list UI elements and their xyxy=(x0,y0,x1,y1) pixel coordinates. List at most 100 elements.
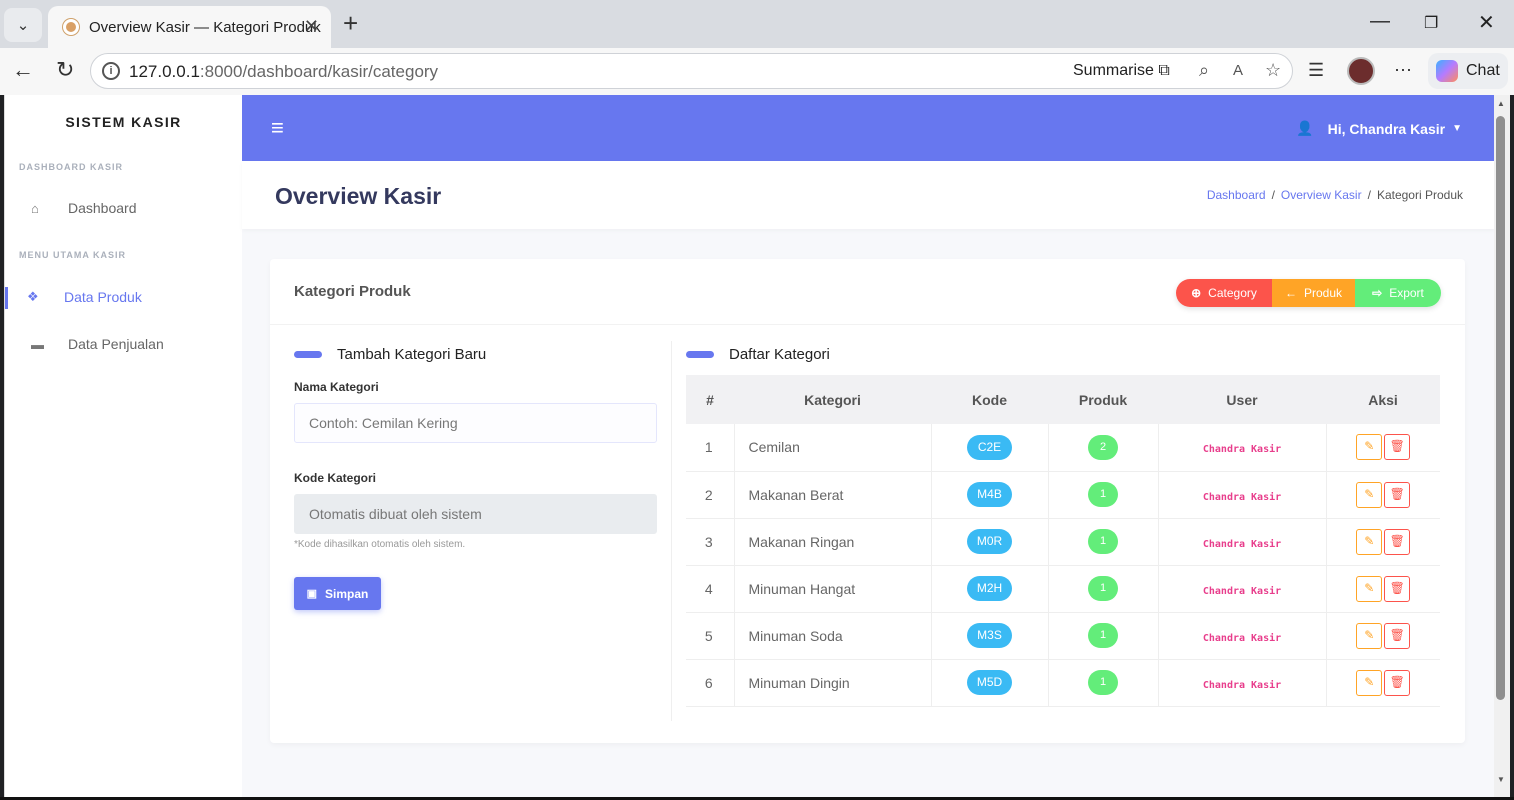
delete-button[interactable]: 🗑 xyxy=(1384,622,1411,649)
sidebar-item-label: Data Penjualan xyxy=(68,336,164,352)
cell-no: 5 xyxy=(686,612,734,660)
cell-produk: 1 xyxy=(1047,471,1158,519)
new-tab-button[interactable]: + xyxy=(343,10,358,36)
table-row: 2 Makanan Berat M4B 1 Chandra Kasir ✎ 🗑 xyxy=(686,471,1440,519)
tab-title: Overview Kasir — Kategori Produk xyxy=(89,18,321,36)
summarise-button[interactable]: Summarise ⧉ xyxy=(1073,62,1170,80)
refresh-icon[interactable]: ↻ xyxy=(56,58,74,82)
favorite-star-icon[interactable]: ☆ xyxy=(1265,60,1281,81)
delete-button[interactable]: 🗑 xyxy=(1384,575,1411,602)
cell-aksi: ✎ 🗑 xyxy=(1325,471,1440,519)
table-section-title: Daftar Kategori xyxy=(686,346,830,363)
info-icon[interactable]: i xyxy=(102,62,120,80)
breadcrumb-dashboard[interactable]: Dashboard xyxy=(1207,188,1266,202)
cell-kategori: Makanan Berat xyxy=(733,471,931,519)
tab-actions-menu[interactable]: ⌄ xyxy=(4,8,42,42)
export-button[interactable]: ⇨ Export xyxy=(1355,279,1441,307)
cell-aksi: ✎ 🗑 xyxy=(1325,659,1440,707)
kategori-table: # Kategori Kode Produk User Aksi 1 Cemila… xyxy=(686,375,1440,707)
file-export-icon: ⇨ xyxy=(1372,286,1383,300)
edit-button[interactable]: ✎ xyxy=(1356,669,1383,696)
hamburger-menu-icon[interactable]: ≡ xyxy=(271,115,284,141)
cell-kode: M2H xyxy=(930,565,1048,613)
produk-count-badge: 1 xyxy=(1088,623,1118,648)
breadcrumb: Dashboard / Overview Kasir / Kategori Produk xyxy=(1206,188,1463,202)
page-viewport: SISTEM KASIR DASHBOARD KASIR ⌂ Dashboard… xyxy=(4,95,1494,797)
cell-aksi: ✎ 🗑 xyxy=(1325,565,1440,613)
copilot-chat-button[interactable]: Chat xyxy=(1428,53,1508,89)
produk-button[interactable]: ← Produk xyxy=(1272,279,1355,307)
kode-kategori-input xyxy=(294,494,657,534)
user-dropdown[interactable]: 👤 Hi, Chandra Kasir ▼ xyxy=(1296,120,1462,137)
cell-kategori: Minuman Hangat xyxy=(733,565,931,613)
sidebar-item-data-produk[interactable]: ❖ Data Produk xyxy=(5,279,242,315)
edit-button[interactable]: ✎ xyxy=(1356,434,1383,461)
home-icon: ⌂ xyxy=(31,200,39,216)
delete-button[interactable]: 🗑 xyxy=(1384,528,1411,555)
delete-button[interactable]: 🗑 xyxy=(1384,434,1411,461)
favorites-icon[interactable]: ☰ xyxy=(1308,60,1324,81)
close-tab-icon[interactable]: ✕ xyxy=(304,16,319,37)
card-header: Kategori Produk ⊕ Category ← Produk ⇨ Expor… xyxy=(270,259,1465,325)
nama-kategori-input[interactable] xyxy=(294,403,657,443)
zoom-icon[interactable]: ⌕ xyxy=(1199,60,1209,81)
category-button[interactable]: ⊕ Category xyxy=(1176,279,1272,307)
scroll-up-icon[interactable]: ▲ xyxy=(1497,99,1505,108)
cell-no: 3 xyxy=(686,518,734,566)
breadcrumb-overview[interactable]: Overview Kasir xyxy=(1281,188,1362,202)
title-accent xyxy=(686,351,714,358)
tab-bar: ⌄ Overview Kasir — Kategori Produk ✕ + —… xyxy=(0,0,1514,48)
edit-button[interactable]: ✎ xyxy=(1356,575,1383,602)
page-title: Overview Kasir xyxy=(275,183,442,209)
sidebar-item-data-penjualan[interactable]: ▬ Data Penjualan xyxy=(5,326,242,362)
user-name: Chandra Kasir xyxy=(1202,585,1282,597)
trash-icon: 🗑 xyxy=(1389,627,1405,642)
edit-button[interactable]: ✎ xyxy=(1356,622,1383,649)
user-name: Chandra Kasir xyxy=(1202,538,1282,550)
edit-icon: ✎ xyxy=(1364,486,1375,501)
arrow-left-icon: ← xyxy=(1284,286,1297,300)
sidebar-item-label: Data Produk xyxy=(64,289,142,305)
edit-icon: ✎ xyxy=(1364,674,1375,689)
cell-kode: M3S xyxy=(930,612,1048,660)
edit-icon: ✎ xyxy=(1364,439,1375,454)
edit-button[interactable]: ✎ xyxy=(1356,528,1383,555)
browser-toolbar: ← ↻ i 127.0.0.1:8000/dashboard/kasir/cat… xyxy=(0,48,1514,95)
back-icon[interactable]: ← xyxy=(12,58,34,82)
table-row: 5 Minuman Soda M3S 1 Chandra Kasir ✎ 🗑 xyxy=(686,612,1440,660)
simpan-button[interactable]: ▣ Simpan xyxy=(294,577,381,610)
trash-icon: 🗑 xyxy=(1389,533,1405,548)
user-name: Chandra Kasir xyxy=(1202,632,1282,644)
edit-icon: ✎ xyxy=(1364,533,1375,548)
browser-tab[interactable]: Overview Kasir — Kategori Produk ✕ xyxy=(48,6,331,48)
kode-badge: M4B xyxy=(967,482,1012,507)
url-host: 127.0.0.1 xyxy=(129,62,200,81)
cell-produk: 1 xyxy=(1047,612,1158,660)
address-bar[interactable]: i 127.0.0.1:8000/dashboard/kasir/categor… xyxy=(90,53,1293,89)
close-window-icon[interactable]: ✕ xyxy=(1478,10,1495,35)
sidebar-item-dashboard[interactable]: ⌂ Dashboard xyxy=(5,190,242,226)
delete-button[interactable]: 🗑 xyxy=(1384,481,1411,508)
caret-down-icon: ▼ xyxy=(1452,123,1462,134)
minimize-icon[interactable]: — xyxy=(1370,10,1390,33)
form-section-title: Tambah Kategori Baru xyxy=(294,346,486,363)
profile-avatar[interactable] xyxy=(1347,57,1375,85)
read-aloud-icon[interactable]: A xyxy=(1233,62,1243,79)
scrollbar-thumb[interactable] xyxy=(1496,116,1505,700)
cubes-icon: ❖ xyxy=(27,289,39,304)
edit-button[interactable]: ✎ xyxy=(1356,481,1383,508)
cell-user: Chandra Kasir xyxy=(1157,565,1326,613)
restore-icon[interactable]: ❐ xyxy=(1424,13,1438,33)
produk-count-badge: 1 xyxy=(1088,670,1118,695)
more-menu-icon[interactable]: ⋯ xyxy=(1394,60,1412,81)
nama-kategori-label: Nama Kategori xyxy=(294,380,379,394)
trash-icon: 🗑 xyxy=(1389,580,1405,595)
breadcrumb-current: Kategori Produk xyxy=(1376,188,1463,202)
table-row: 1 Cemilan C2E 2 Chandra Kasir ✎ 🗑 xyxy=(686,424,1440,472)
scroll-down-icon[interactable]: ▼ xyxy=(1497,775,1505,784)
kode-badge: M2H xyxy=(967,576,1012,601)
brand-title[interactable]: SISTEM KASIR xyxy=(5,114,242,130)
delete-button[interactable]: 🗑 xyxy=(1384,669,1411,696)
kode-badge: C2E xyxy=(967,434,1012,460)
cell-produk: 1 xyxy=(1047,518,1158,566)
